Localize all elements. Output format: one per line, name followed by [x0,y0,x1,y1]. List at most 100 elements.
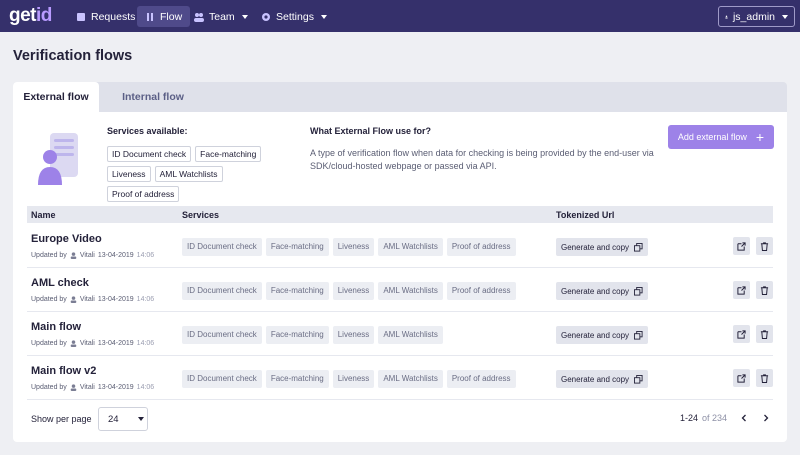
generate-and-copy-button[interactable]: Generate and copy [556,370,649,388]
delete-button[interactable] [756,237,773,255]
chevron-down-icon [241,14,248,19]
external-link-icon [737,285,746,295]
pagination-total: of 234 [702,413,728,423]
user-icon [725,15,728,18]
service-chip: ID Document check [182,282,262,300]
service-chip: Liveness [107,166,151,182]
generate-and-copy-button[interactable]: Generate and copy [556,326,649,344]
add-external-flow-button[interactable]: Add external flow + [668,125,774,149]
updated-time: 14:06 [136,252,155,259]
generate-and-copy-label: Generate and copy [561,330,630,340]
chevron-left-icon[interactable] [739,413,749,423]
column-header-services: Services [182,210,220,220]
trash-icon [760,329,769,339]
open-link-button[interactable] [733,369,750,387]
page-title: Verification flows [13,48,133,64]
generate-and-copy-button[interactable]: Generate and copy [556,282,649,300]
nav-flow[interactable]: Flow [137,6,191,27]
user-icon [70,252,77,259]
nav-settings[interactable]: Settings [253,6,335,27]
service-chip: Proof of address [446,238,516,256]
service-chip: Face-matching [265,370,329,388]
service-chip: Face-matching [195,146,262,162]
flow-name[interactable]: Main flow v2 [31,365,96,377]
list-icon [77,12,85,21]
user-icon [70,384,77,391]
trash-icon [760,285,769,295]
phone-user-illustration [38,133,78,185]
flow-name[interactable]: Europe Video [31,233,102,245]
flow-services: ID Document check Face-matching Liveness… [182,238,516,256]
flow-tabs: External flow Internal flow [13,82,787,112]
service-chip: AML Watchlists [154,166,223,182]
updated-by-meta: Updated by Vitali 13-04-2019 14:06 [31,296,154,303]
flow-services: ID Document check Face-matching Liveness… [182,282,516,300]
table-row: Main flow v2 Updated by Vitali 13-04-201… [27,356,773,400]
gear-icon [262,12,270,21]
user-menu-button[interactable]: js_admin [718,6,795,27]
flow-name[interactable]: AML check [31,277,89,289]
table-row: AML check Updated by Vitali 13-04-2019 1… [27,268,773,312]
open-link-button[interactable] [733,237,750,255]
updated-by-user: Vitali [79,296,95,303]
service-chip: Liveness [332,238,375,256]
chevron-right-icon[interactable] [761,413,771,423]
services-available-title: Services available: [107,126,188,136]
table-row: Europe Video Updated by Vitali 13-04-201… [27,224,773,268]
updated-by-meta: Updated by Vitali 13-04-2019 14:06 [31,384,154,391]
chevron-down-icon [782,14,788,19]
table-header: Name Services Tokenized Url [27,206,773,223]
tab-internal-flow[interactable]: Internal flow [103,82,203,112]
updated-by-label: Updated by [31,252,67,259]
updated-by-label: Updated by [31,340,67,347]
tab-external-flow[interactable]: External flow [13,82,99,112]
external-link-icon [737,241,746,251]
generate-and-copy-label: Generate and copy [561,242,630,252]
service-chip: Proof of address [446,282,516,300]
delete-button[interactable] [756,281,773,299]
nav-requests[interactable]: Requests [68,6,143,27]
flow-icon [147,12,153,21]
updated-by-user: Vitali [79,252,95,259]
user-name: js_admin [732,10,775,23]
open-link-button[interactable] [733,325,750,343]
table-row: Main flow Updated by Vitali 13-04-2019 1… [27,312,773,356]
service-chip: Face-matching [265,282,329,300]
per-page-value: 24 [108,413,119,425]
flow-name[interactable]: Main flow [31,321,81,333]
service-chip: Face-matching [265,238,329,256]
updated-date: 13-04-2019 [97,340,134,347]
flow-services: ID Document check Face-matching Liveness… [182,370,516,388]
external-link-icon [737,373,746,383]
nav-team[interactable]: Team [186,6,256,27]
delete-button[interactable] [756,325,773,343]
add-external-flow-label: Add external flow [677,132,747,142]
updated-by-user: Vitali [79,384,95,391]
service-chip: ID Document check [182,326,262,344]
service-chip: AML Watchlists [378,370,443,388]
service-chip: Proof of address [107,186,180,202]
updated-time: 14:06 [136,340,155,347]
trash-icon [760,373,769,383]
open-link-button[interactable] [733,281,750,299]
per-page-select[interactable]: 24 [98,407,148,431]
external-flow-purpose-title: What External Flow use for? [310,126,432,136]
updated-date: 13-04-2019 [97,384,134,391]
service-chip: Liveness [332,326,375,344]
per-page-label: Show per page [31,414,92,424]
generate-and-copy-button[interactable]: Generate and copy [556,238,649,256]
copy-icon [634,374,643,384]
service-chip: Proof of address [446,370,516,388]
service-chip: AML Watchlists [378,282,443,300]
service-chip: AML Watchlists [378,238,443,256]
copy-icon [634,330,643,340]
service-chip: ID Document check [182,238,262,256]
delete-button[interactable] [756,369,773,387]
getid-logo[interactable]: get id [9,4,52,28]
team-icon [194,12,204,22]
external-link-icon [737,329,746,339]
logo-accent-text: id [36,5,52,26]
plus-icon: + [755,129,765,145]
updated-by-meta: Updated by Vitali 13-04-2019 14:06 [31,340,154,347]
flow-services: ID Document check Face-matching Liveness… [182,326,443,344]
